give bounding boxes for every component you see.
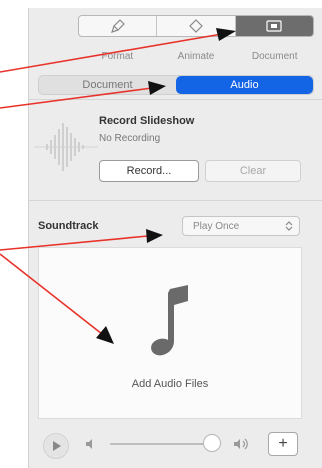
document-button[interactable] (235, 16, 313, 36)
clear-button[interactable]: Clear (205, 160, 301, 182)
inspector-toolbar (78, 15, 314, 37)
volume-high-icon (234, 438, 248, 450)
tab-audio[interactable]: Audio (176, 76, 313, 94)
volume-slider-knob[interactable] (203, 434, 221, 452)
soundtrack-mode-value: Play Once (193, 220, 240, 232)
record-button[interactable]: Record... (99, 160, 199, 182)
recording-status: No Recording (99, 133, 161, 144)
inspector-tabs: Document Audio (38, 75, 314, 95)
music-note-icon (151, 285, 188, 356)
tab-document[interactable]: Document (39, 76, 176, 94)
tabs-divider (28, 99, 322, 100)
animate-diamond-icon (189, 19, 203, 33)
animate-button[interactable] (157, 16, 236, 36)
format-button[interactable] (79, 16, 158, 36)
record-slideshow-title: Record Slideshow (99, 115, 195, 127)
add-audio-files-label: Add Audio Files (131, 378, 209, 390)
format-label: Format (101, 51, 134, 62)
animate-label: Animate (177, 51, 215, 62)
toolbar-labels: Format Animate Document (78, 51, 314, 62)
stage: Format Animate Document Document Audio R… (0, 0, 322, 468)
updown-chevron-icon (285, 221, 293, 231)
soundtrack-label: Soundtrack (38, 220, 99, 232)
volume-low-icon (86, 439, 92, 449)
document-icon (266, 20, 282, 32)
document-label: Document (251, 51, 298, 62)
soundtrack-mode-select[interactable]: Play Once (182, 216, 300, 236)
record-divider (28, 200, 322, 201)
play-icon (53, 441, 61, 451)
paintbrush-icon (110, 19, 125, 33)
add-button[interactable]: + (268, 432, 298, 456)
play-button[interactable] (43, 433, 69, 459)
waveform-icon (34, 123, 98, 171)
